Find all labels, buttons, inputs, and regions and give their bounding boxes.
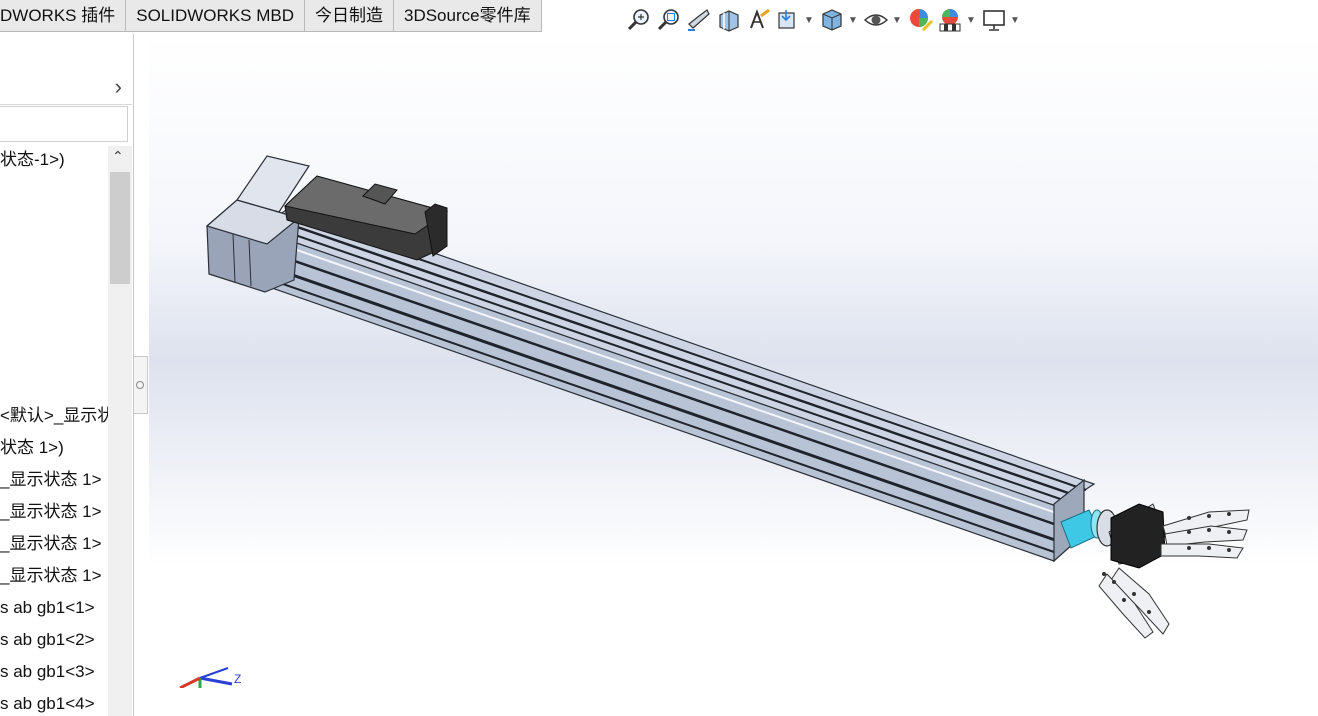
tree-item[interactable]: <默认>_显示状 (0, 404, 108, 428)
section-view-button[interactable] (714, 4, 744, 36)
tab-3dsource-parts[interactable]: 3DSource零件库 (392, 0, 542, 32)
tree-item[interactable]: s ab gb1<1> (0, 596, 108, 620)
scroll-up-icon[interactable]: ⌃ (112, 148, 124, 165)
splitter-grip-icon (136, 381, 144, 389)
zoom-to-area-icon (657, 9, 679, 31)
panel-header: › (0, 38, 132, 105)
view-orientation-button[interactable]: ▼ (774, 4, 818, 36)
zoom-to-area-button[interactable] (654, 4, 684, 36)
chevron-right-icon[interactable]: › (115, 74, 122, 100)
tree-item[interactable]: _显示状态 1> (0, 564, 108, 588)
feature-manager-panel: › 状态-1>) <默认>_显示状 状态 1>) _显示状态 1> _显示状态 … (0, 34, 134, 716)
chevron-down-icon: ▼ (1010, 14, 1020, 26)
view-orientation-icon (778, 10, 795, 29)
view-settings-button[interactable]: ▼ (980, 4, 1024, 36)
assembly-model[interactable] (149, 34, 1318, 716)
previous-view-icon (688, 9, 710, 31)
edit-appearance-button[interactable] (906, 4, 936, 36)
previous-view-button[interactable] (684, 4, 714, 36)
tree-filter-input[interactable] (0, 106, 128, 142)
tree-item[interactable]: s ab gb1<4> (0, 692, 108, 716)
apply-scene-icon (939, 9, 961, 32)
tree-scrollbar[interactable]: ⌃ (108, 146, 132, 716)
hide-show-items-icon (863, 14, 889, 26)
graphics-area[interactable] (149, 34, 1318, 716)
chevron-down-icon: ▼ (848, 14, 858, 26)
tree-item[interactable]: 状态 1>) (0, 436, 108, 460)
dynamic-annotation-button[interactable] (744, 4, 774, 36)
apply-scene-button[interactable]: ▼ (936, 4, 980, 36)
tab-solidworks-mbd[interactable]: SOLIDWORKS MBD (125, 0, 305, 32)
tree-item[interactable]: _显示状态 1> (0, 500, 108, 524)
zoom-to-fit-icon (627, 9, 649, 31)
zoom-to-fit-button[interactable] (624, 4, 654, 36)
tree-item[interactable]: 状态-1>) (0, 148, 108, 172)
z-axis-label: Z (234, 672, 241, 686)
tree-item[interactable]: _显示状态 1> (0, 468, 108, 492)
edit-appearance-icon (910, 9, 934, 32)
display-style-button[interactable]: ▼ (818, 4, 862, 36)
chevron-down-icon: ▼ (966, 14, 976, 26)
panel-splitter-handle[interactable] (134, 356, 148, 414)
section-view-icon (719, 10, 739, 32)
tree-item[interactable]: _显示状态 1> (0, 532, 108, 556)
view-settings-icon (983, 10, 1005, 31)
coordinate-triad: Z (179, 667, 241, 688)
heads-up-view-toolbar: ▼ ▼ ▼ ▼ ▼ (624, 4, 1024, 36)
tab-jinri-zhizao[interactable]: 今日制造 (303, 0, 394, 32)
hide-show-items-button[interactable]: ▼ (862, 4, 906, 36)
command-manager-tabs: DWORKS 插件 SOLIDWORKS MBD 今日制造 3DSource零件… (0, 0, 542, 34)
chevron-down-icon: ▼ (804, 14, 814, 26)
scrollbar-thumb[interactable] (110, 172, 130, 284)
chevron-down-icon: ▼ (892, 14, 902, 26)
dynamic-annotation-icon (750, 8, 770, 29)
tree-item[interactable]: s ab gb1<2> (0, 628, 108, 652)
tree-item[interactable]: s ab gb1<3> (0, 660, 108, 684)
tab-solidworks-addins[interactable]: DWORKS 插件 (0, 0, 127, 32)
display-style-icon (822, 9, 842, 31)
